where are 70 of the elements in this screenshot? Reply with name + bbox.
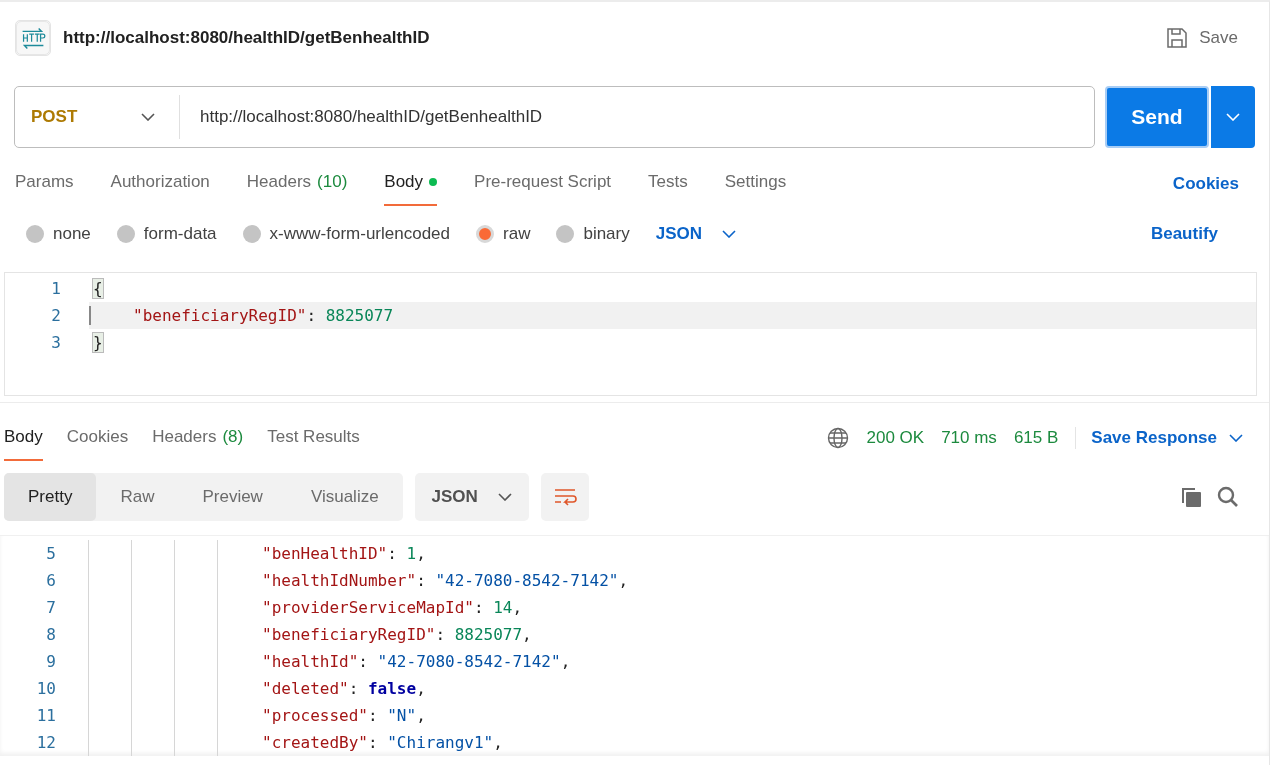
chevron-down-icon — [1226, 113, 1240, 121]
search-icon[interactable] — [1217, 486, 1239, 508]
format-dropdown[interactable]: JSON — [655, 224, 737, 244]
wrap-lines-button[interactable] — [540, 473, 589, 521]
request-tab[interactable]: Body — [384, 172, 438, 206]
code-line: "deleted": false, — [261, 679, 426, 698]
radio-button[interactable] — [116, 225, 135, 243]
view-mode-tab[interactable]: Visualize — [286, 473, 403, 521]
code-line: "beneficiaryRegID": 8825077, — [261, 625, 532, 644]
body-type-radio[interactable]: raw — [476, 224, 531, 244]
request-title: http://localhost:8080/healthID/getBenhealthID — [63, 28, 431, 48]
radio-button[interactable] — [476, 225, 494, 243]
response-tab[interactable]: Headers (8) — [152, 427, 244, 461]
radio-button[interactable] — [26, 225, 44, 243]
cookies-link[interactable]: Cookies — [1172, 174, 1239, 206]
method-dropdown[interactable]: POST — [15, 95, 180, 139]
wrap-lines-icon — [552, 488, 577, 506]
copy-icon[interactable] — [1179, 485, 1203, 509]
request-tab[interactable]: Tests — [648, 172, 688, 206]
line-number: 10 — [35, 679, 56, 698]
line-number: 5 — [45, 544, 56, 563]
body-type-radio[interactable]: binary — [556, 224, 630, 244]
radio-button[interactable] — [242, 225, 261, 243]
response-tab[interactable]: Body — [4, 427, 43, 461]
save-response-button[interactable]: Save Response — [1075, 427, 1249, 449]
line-number: 9 — [45, 652, 56, 671]
line-number: 3 — [50, 333, 61, 352]
radio-button[interactable] — [556, 225, 575, 243]
code-line: "healthId": "42-7080-8542-7142", — [261, 652, 571, 671]
code-line: "providerServiceMapId": 14, — [261, 598, 523, 617]
save-button[interactable]: Save — [1165, 26, 1238, 50]
line-number: 2 — [50, 306, 61, 325]
code-line: "healthIdNumber": "42-7080-8542-7142", — [261, 571, 629, 590]
url-field[interactable]: http://localhost:8080/healthID/getBenhealthID — [180, 107, 543, 127]
view-mode-tab[interactable]: Raw — [96, 473, 179, 521]
line-number: 6 — [45, 571, 56, 590]
line-number: 11 — [35, 706, 56, 725]
line-number: 7 — [45, 598, 56, 617]
globe-icon[interactable] — [827, 427, 850, 449]
body-type-radio[interactable]: x-www-form-urlencoded — [242, 224, 450, 244]
line-number: 1 — [50, 279, 61, 298]
view-mode-tab[interactable]: Pretty — [4, 473, 97, 521]
response-format-dropdown[interactable]: JSON — [414, 473, 529, 521]
code-line: "benHealthID": 1, — [261, 544, 426, 563]
request-tab[interactable]: Authorization — [110, 172, 210, 206]
line-number: 8 — [45, 625, 56, 644]
response-tab[interactable]: Cookies — [66, 427, 129, 461]
chevron-down-icon — [141, 113, 155, 121]
http-request-icon — [15, 20, 51, 56]
body-type-radio[interactable]: none — [26, 224, 91, 244]
code-line: "createdBy": "Chirangv1", — [261, 733, 503, 752]
chevron-down-icon — [497, 493, 512, 501]
status-code: 200 OK — [866, 428, 925, 448]
request-body-editor[interactable]: 1 { 2 "beneficiaryRegID": 8825077 3 } — [4, 272, 1257, 396]
request-tab[interactable]: Params — [15, 172, 74, 206]
send-button[interactable]: Send — [1105, 86, 1209, 148]
code-line: "processed": "N", — [261, 706, 426, 725]
response-time: 710 ms — [941, 428, 997, 448]
chevron-down-icon — [722, 230, 737, 238]
request-tab[interactable]: Pre-request Script — [474, 172, 612, 206]
response-size: 615 B — [1013, 428, 1059, 448]
line-number: 12 — [35, 733, 56, 752]
beautify-link[interactable]: Beautify — [1150, 224, 1218, 244]
view-mode-tab[interactable]: Preview — [178, 473, 287, 521]
response-tab[interactable]: Test Results — [267, 427, 360, 461]
code-line: "beneficiaryRegID": 8825077 — [89, 306, 394, 325]
chevron-down-icon — [1229, 434, 1243, 442]
request-tab[interactable]: Headers (10) — [246, 172, 348, 206]
body-type-radio[interactable]: form-data — [116, 224, 217, 244]
request-tab[interactable]: Settings — [724, 172, 787, 206]
